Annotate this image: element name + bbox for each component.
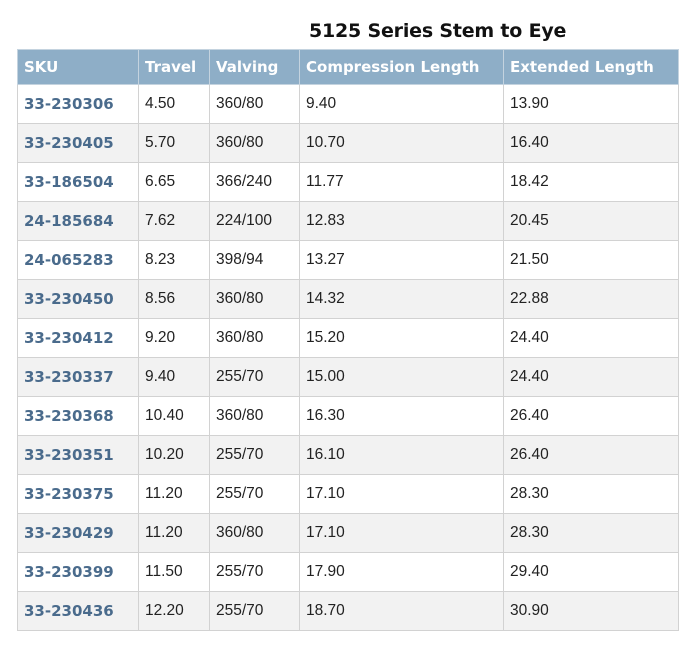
extended-length-cell: 18.42: [503, 162, 679, 202]
sku-link[interactable]: 33-230405: [17, 123, 139, 163]
shock-spec-table: SKU Travel Valving Compression Length Ex…: [17, 49, 679, 631]
sku-link[interactable]: 33-230436: [17, 591, 139, 631]
valving-cell: 398/94: [209, 240, 300, 280]
table-header-row: SKU Travel Valving Compression Length Ex…: [17, 49, 679, 85]
extended-length-cell: 16.40: [503, 123, 679, 163]
valving-cell: 255/70: [209, 357, 300, 397]
column-header-travel: Travel: [138, 49, 210, 85]
extended-length-cell: 26.40: [503, 435, 679, 475]
compression-length-cell: 17.10: [299, 513, 504, 553]
extended-length-cell: 21.50: [503, 240, 679, 280]
valving-cell: 360/80: [209, 279, 300, 319]
extended-length-cell: 26.40: [503, 396, 679, 436]
valving-cell: 224/100: [209, 201, 300, 241]
compression-length-cell: 16.10: [299, 435, 504, 475]
compression-length-cell: 9.40: [299, 84, 504, 124]
extended-length-cell: 30.90: [503, 591, 679, 631]
table-row: 33-230436 12.20 255/70 18.70 30.90: [17, 591, 679, 631]
table-row: 24-065283 8.23 398/94 13.27 21.50: [17, 240, 679, 280]
compression-length-cell: 17.10: [299, 474, 504, 514]
compression-length-cell: 14.32: [299, 279, 504, 319]
compression-length-cell: 15.00: [299, 357, 504, 397]
sku-link[interactable]: 33-186504: [17, 162, 139, 202]
compression-length-cell: 16.30: [299, 396, 504, 436]
table-row: 33-230351 10.20 255/70 16.10 26.40: [17, 435, 679, 475]
extended-length-cell: 22.88: [503, 279, 679, 319]
sku-link[interactable]: 33-230412: [17, 318, 139, 358]
table-row: 33-230375 11.20 255/70 17.10 28.30: [17, 474, 679, 514]
travel-cell: 7.62: [138, 201, 210, 241]
valving-cell: 255/70: [209, 474, 300, 514]
table-row: 33-230405 5.70 360/80 10.70 16.40: [17, 123, 679, 163]
travel-cell: 9.20: [138, 318, 210, 358]
extended-length-cell: 28.30: [503, 513, 679, 553]
sku-link[interactable]: 24-185684: [17, 201, 139, 241]
sku-link[interactable]: 24-065283: [17, 240, 139, 280]
table-row: 33-230429 11.20 360/80 17.10 28.30: [17, 513, 679, 553]
travel-cell: 10.20: [138, 435, 210, 475]
extended-length-cell: 24.40: [503, 357, 679, 397]
valving-cell: 360/80: [209, 396, 300, 436]
sku-link[interactable]: 33-230399: [17, 552, 139, 592]
valving-cell: 366/240: [209, 162, 300, 202]
compression-length-cell: 13.27: [299, 240, 504, 280]
table-row: 33-186504 6.65 366/240 11.77 18.42: [17, 162, 679, 202]
table-title: 5125 Series Stem to Eye: [309, 20, 567, 42]
travel-cell: 8.23: [138, 240, 210, 280]
page: 5125 Series Stem to Eye SKU Travel Valvi…: [0, 0, 679, 661]
column-header-compression-length: Compression Length: [299, 49, 504, 85]
travel-cell: 8.56: [138, 279, 210, 319]
valving-cell: 255/70: [209, 591, 300, 631]
extended-length-cell: 24.40: [503, 318, 679, 358]
valving-cell: 360/80: [209, 123, 300, 163]
sku-link[interactable]: 33-230306: [17, 84, 139, 124]
compression-length-cell: 11.77: [299, 162, 504, 202]
valving-cell: 255/70: [209, 435, 300, 475]
valving-cell: 360/80: [209, 318, 300, 358]
travel-cell: 12.20: [138, 591, 210, 631]
valving-cell: 360/80: [209, 84, 300, 124]
valving-cell: 255/70: [209, 552, 300, 592]
table-row: 33-230337 9.40 255/70 15.00 24.40: [17, 357, 679, 397]
travel-cell: 9.40: [138, 357, 210, 397]
compression-length-cell: 12.83: [299, 201, 504, 241]
table-row: 33-230306 4.50 360/80 9.40 13.90: [17, 84, 679, 124]
travel-cell: 4.50: [138, 84, 210, 124]
sku-link[interactable]: 33-230337: [17, 357, 139, 397]
table-row: 33-230412 9.20 360/80 15.20 24.40: [17, 318, 679, 358]
valving-cell: 360/80: [209, 513, 300, 553]
extended-length-cell: 20.45: [503, 201, 679, 241]
extended-length-cell: 29.40: [503, 552, 679, 592]
table-row: 33-230450 8.56 360/80 14.32 22.88: [17, 279, 679, 319]
travel-cell: 11.20: [138, 474, 210, 514]
extended-length-cell: 28.30: [503, 474, 679, 514]
table-row: 33-230399 11.50 255/70 17.90 29.40: [17, 552, 679, 592]
compression-length-cell: 15.20: [299, 318, 504, 358]
travel-cell: 10.40: [138, 396, 210, 436]
travel-cell: 6.65: [138, 162, 210, 202]
travel-cell: 5.70: [138, 123, 210, 163]
compression-length-cell: 18.70: [299, 591, 504, 631]
sku-link[interactable]: 33-230429: [17, 513, 139, 553]
compression-length-cell: 10.70: [299, 123, 504, 163]
sku-link[interactable]: 33-230450: [17, 279, 139, 319]
table-row: 24-185684 7.62 224/100 12.83 20.45: [17, 201, 679, 241]
column-header-extended-length: Extended Length: [503, 49, 679, 85]
travel-cell: 11.50: [138, 552, 210, 592]
column-header-valving: Valving: [209, 49, 300, 85]
table-row: 33-230368 10.40 360/80 16.30 26.40: [17, 396, 679, 436]
compression-length-cell: 17.90: [299, 552, 504, 592]
extended-length-cell: 13.90: [503, 84, 679, 124]
column-header-sku: SKU: [17, 49, 139, 85]
sku-link[interactable]: 33-230351: [17, 435, 139, 475]
sku-link[interactable]: 33-230375: [17, 474, 139, 514]
travel-cell: 11.20: [138, 513, 210, 553]
table-body: 33-230306 4.50 360/80 9.40 13.90 33-230405 5.7…: [17, 84, 679, 631]
sku-link[interactable]: 33-230368: [17, 396, 139, 436]
